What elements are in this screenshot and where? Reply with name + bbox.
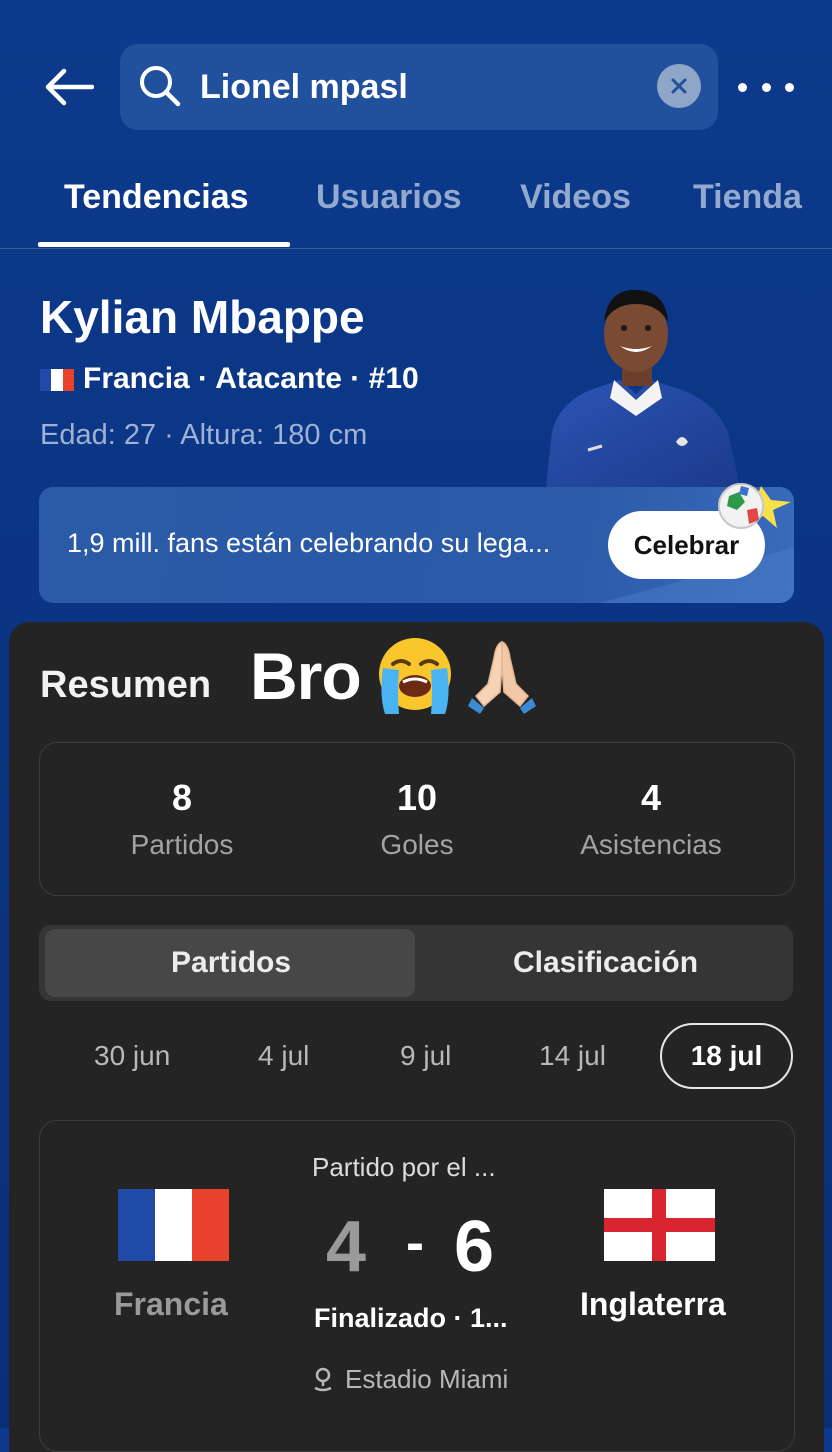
segment-partidos[interactable]: Partidos	[171, 946, 291, 980]
tab-tienda[interactable]: Tienda	[693, 178, 802, 217]
folded-hands-icon	[468, 640, 536, 714]
sparkle-ball-icon	[718, 483, 791, 529]
tab-usuarios[interactable]: Usuarios	[316, 178, 462, 217]
stat-value: 4	[640, 777, 662, 818]
date-chip[interactable]: 30 jun	[94, 1040, 170, 1072]
date-chip[interactable]: 9 jul	[400, 1040, 451, 1072]
england-flag-icon	[604, 1189, 715, 1261]
location-pin-icon	[314, 1367, 332, 1392]
fans-celebrating-text: 1,9 mill. fans están celebrando su lega.…	[67, 528, 551, 558]
search-tabs: Tendencias Usuarios Videos Tienda	[0, 170, 832, 249]
match-venue: Estadio Miami	[345, 1364, 509, 1394]
date-chip-selected[interactable]: 18 jul	[660, 1023, 793, 1089]
date-chip[interactable]: 14 jul	[539, 1040, 606, 1072]
score-separator: -	[406, 1213, 424, 1273]
more-options-button[interactable]	[738, 70, 794, 104]
date-chip[interactable]: 4 jul	[258, 1040, 309, 1072]
stat-assists: 4 Asistencias	[551, 777, 751, 861]
stat-value: 8	[171, 777, 193, 818]
stat-matches: 8 Partidos	[82, 777, 282, 861]
stat-label: Goles	[380, 829, 454, 860]
stat-goals: 10 Goles	[317, 777, 517, 861]
stat-value: 10	[396, 777, 438, 818]
home-team-name: Francia	[114, 1286, 228, 1322]
loudly-crying-face-icon	[379, 638, 451, 714]
search-icon	[140, 66, 181, 107]
player-name: Kylian Mbappe	[40, 291, 365, 343]
player-meta: Francia · Atacante · #10	[83, 362, 419, 395]
stats-card: 8 Partidos 10 Goles 4 Asistencias	[39, 742, 795, 896]
segment-clasificacion[interactable]: Clasificación	[513, 946, 698, 980]
tab-tendencias[interactable]: Tendencias	[64, 178, 249, 217]
search-input[interactable]	[200, 60, 640, 114]
active-tab-indicator	[38, 242, 290, 247]
stat-label: Asistencias	[580, 829, 722, 860]
back-button[interactable]	[36, 58, 100, 116]
player-portrait	[546, 289, 740, 488]
away-score: 6	[454, 1207, 495, 1287]
tab-videos[interactable]: Videos	[520, 178, 631, 217]
stat-label: Partidos	[130, 829, 234, 860]
summary-title: Resumen	[40, 664, 212, 706]
france-flag-icon	[118, 1189, 229, 1261]
more-dot-icon	[761, 82, 771, 92]
home-score: 4	[326, 1207, 367, 1287]
clear-search-button[interactable]	[657, 64, 701, 108]
close-icon	[671, 78, 687, 94]
away-team-name: Inglaterra	[580, 1286, 726, 1322]
arrow-left-icon	[45, 68, 94, 106]
more-dot-icon	[738, 82, 747, 92]
france-flag-icon	[40, 369, 74, 391]
player-extra-info: Edad: 27 · Altura: 180 cm	[40, 419, 368, 451]
match-round: Partido por el ...	[312, 1152, 496, 1182]
more-dot-icon	[785, 82, 794, 92]
overlay-caption: Bro	[250, 639, 362, 713]
match-status: Finalizado · 1...	[314, 1303, 508, 1333]
